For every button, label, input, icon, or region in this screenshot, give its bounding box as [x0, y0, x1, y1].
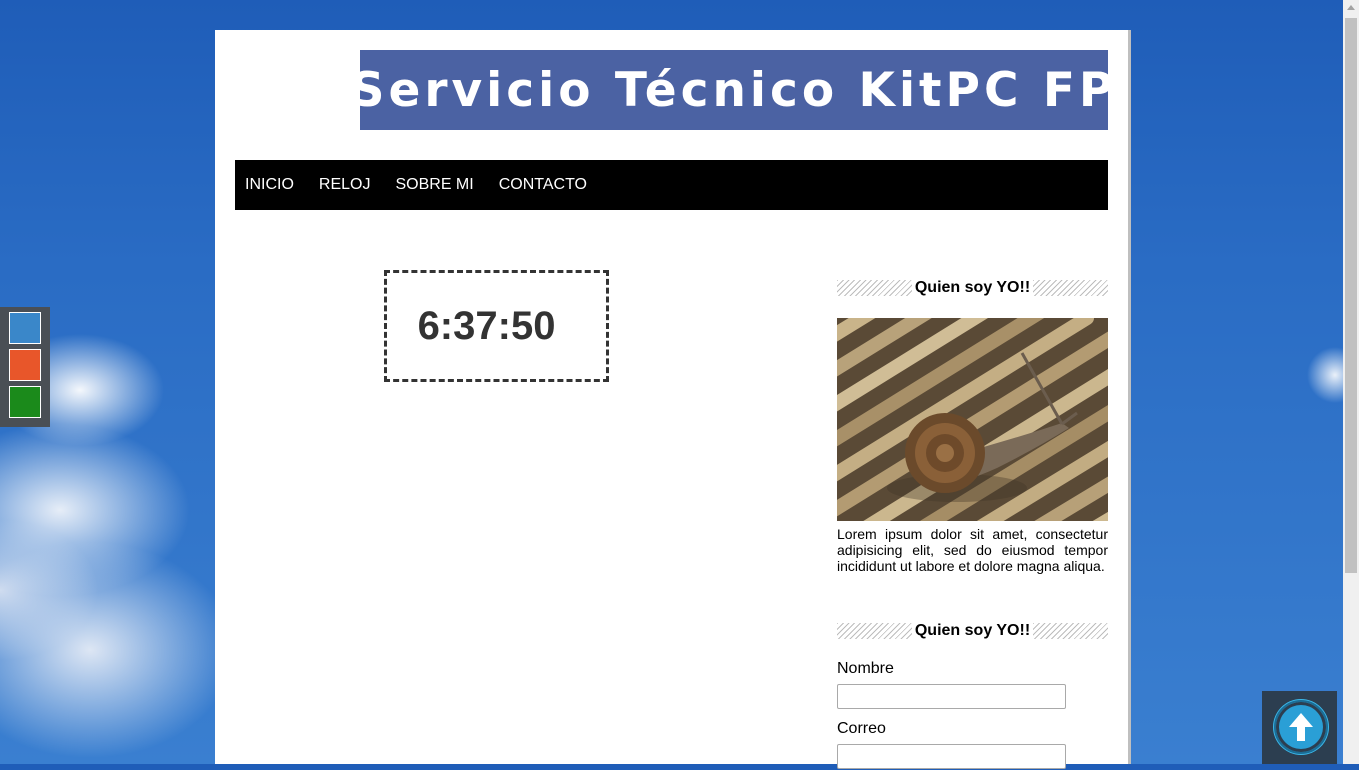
theme-green-button[interactable]	[9, 386, 41, 418]
heading-stripes-left	[837, 280, 912, 296]
nav-item-reloj[interactable]: RELOJ	[319, 176, 371, 194]
nav-item-sobre-mi[interactable]: SOBRE MI	[395, 176, 473, 194]
arrow-up-icon	[1289, 713, 1313, 741]
page-scrollbar[interactable]	[1343, 0, 1359, 764]
about-heading: Quien soy YO!!	[837, 279, 1108, 297]
main-navbar: INICIO RELOJ SOBRE MI CONTACTO	[235, 160, 1108, 210]
name-label: Nombre	[837, 660, 894, 677]
site-title: Servicio Técnico KitPC FP	[350, 62, 1118, 118]
contact-heading-text: Quien soy YO!!	[914, 622, 1031, 639]
header-banner: Servicio Técnico KitPC FP	[351, 50, 1113, 130]
about-heading-text: Quien soy YO!!	[914, 279, 1031, 296]
page-container: Servicio Técnico KitPC FP INICIO RELOJ S…	[215, 30, 1128, 769]
snail-photo	[837, 318, 1108, 521]
heading-stripes-left	[837, 623, 912, 639]
clock-time: 6:37:50	[417, 303, 556, 348]
email-field[interactable]	[837, 744, 1066, 769]
theme-orange-button[interactable]	[9, 349, 41, 381]
theme-switcher	[0, 307, 50, 427]
name-field[interactable]	[837, 684, 1066, 709]
about-text: Lorem ipsum dolor sit amet, consectetur …	[837, 526, 1108, 574]
clock-display: 6:37:50	[384, 270, 609, 382]
scroll-up-arrow-icon[interactable]	[1343, 0, 1359, 16]
theme-blue-button[interactable]	[9, 312, 41, 344]
heading-stripes-right	[1033, 623, 1108, 639]
back-to-top-button[interactable]	[1262, 691, 1337, 764]
contact-heading: Quien soy YO!!	[837, 622, 1108, 640]
nav-item-inicio[interactable]: INICIO	[245, 176, 294, 194]
email-label: Correo	[837, 720, 886, 737]
back-to-top-circle	[1274, 700, 1328, 754]
scrollbar-thumb[interactable]	[1345, 18, 1357, 573]
heading-stripes-right	[1033, 280, 1108, 296]
nav-item-contacto[interactable]: CONTACTO	[499, 176, 587, 194]
